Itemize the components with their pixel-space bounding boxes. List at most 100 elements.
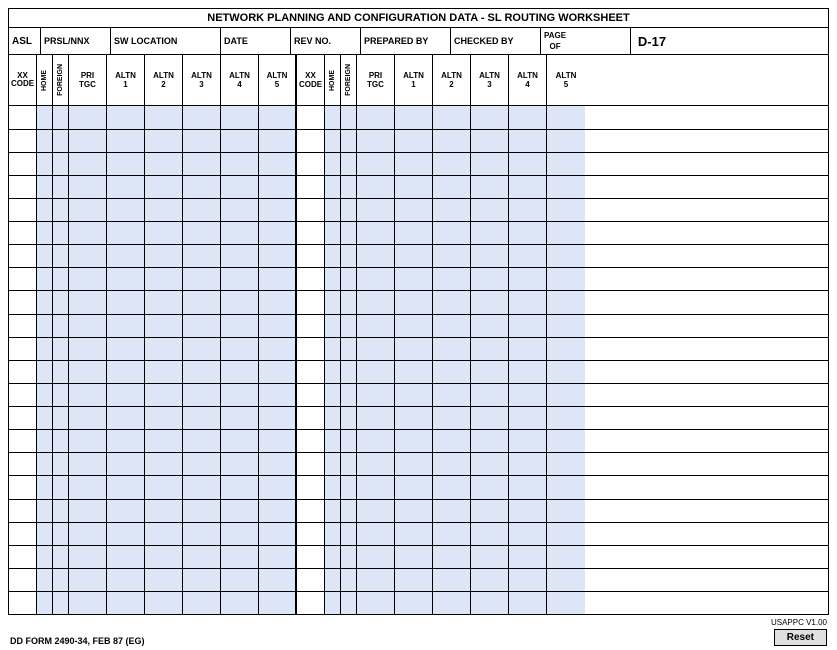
data-cell bbox=[325, 153, 341, 175]
data-cell bbox=[69, 130, 107, 152]
data-cell bbox=[69, 361, 107, 383]
data-cell bbox=[471, 407, 509, 429]
data-cell bbox=[433, 338, 471, 360]
data-cell bbox=[433, 453, 471, 475]
data-cell bbox=[509, 291, 547, 313]
data-cell bbox=[53, 546, 69, 568]
data-cell bbox=[69, 500, 107, 522]
data-cell bbox=[9, 338, 37, 360]
data-cell bbox=[433, 569, 471, 591]
data-cell bbox=[325, 453, 341, 475]
data-cell bbox=[341, 384, 357, 406]
data-cell bbox=[9, 130, 37, 152]
data-cell bbox=[395, 546, 433, 568]
data-cell bbox=[107, 430, 145, 452]
data-cell bbox=[471, 546, 509, 568]
data-cell bbox=[509, 199, 547, 221]
data-cell bbox=[433, 176, 471, 198]
data-cell bbox=[69, 430, 107, 452]
data-cell bbox=[297, 268, 325, 290]
data-cell bbox=[433, 592, 471, 614]
col-home-right: HOME bbox=[325, 55, 341, 105]
data-cell bbox=[107, 291, 145, 313]
data-cell bbox=[547, 176, 585, 198]
data-cell bbox=[221, 176, 259, 198]
prepby-header: PREPARED BY bbox=[361, 28, 451, 54]
data-cell bbox=[357, 315, 395, 337]
col-altn3-left: ALTN3 bbox=[183, 55, 221, 105]
data-cell bbox=[259, 361, 297, 383]
data-cell bbox=[37, 268, 53, 290]
data-cell bbox=[509, 453, 547, 475]
data-cell bbox=[325, 176, 341, 198]
data-cell bbox=[37, 106, 53, 128]
data-cell bbox=[221, 222, 259, 244]
data-cell bbox=[9, 569, 37, 591]
data-cell bbox=[433, 222, 471, 244]
data-cell bbox=[341, 222, 357, 244]
data-cell bbox=[357, 130, 395, 152]
data-cell bbox=[9, 222, 37, 244]
data-cell bbox=[107, 592, 145, 614]
data-cell bbox=[183, 315, 221, 337]
data-cell bbox=[325, 291, 341, 313]
data-cell bbox=[9, 315, 37, 337]
data-cell bbox=[395, 199, 433, 221]
data-cell bbox=[183, 222, 221, 244]
data-cell bbox=[509, 476, 547, 498]
data-cell bbox=[107, 222, 145, 244]
data-cell bbox=[433, 384, 471, 406]
data-cell bbox=[107, 361, 145, 383]
data-cell bbox=[297, 338, 325, 360]
data-cell bbox=[259, 153, 297, 175]
data-cell bbox=[471, 569, 509, 591]
data-cell bbox=[221, 592, 259, 614]
table-row bbox=[9, 315, 828, 338]
data-cell bbox=[395, 130, 433, 152]
reset-button[interactable]: Reset bbox=[774, 629, 827, 646]
data-cell bbox=[395, 592, 433, 614]
data-cell bbox=[9, 268, 37, 290]
col-altn5-right: ALTN5 bbox=[547, 55, 585, 105]
table-row bbox=[9, 546, 828, 569]
table-row bbox=[9, 430, 828, 453]
data-cell bbox=[357, 268, 395, 290]
data-cell bbox=[259, 476, 297, 498]
d17-header: D-17 bbox=[631, 28, 673, 54]
data-cell bbox=[341, 315, 357, 337]
data-cell bbox=[395, 361, 433, 383]
data-cell bbox=[183, 361, 221, 383]
data-cell bbox=[297, 592, 325, 614]
data-cell bbox=[145, 130, 183, 152]
data-cell bbox=[37, 361, 53, 383]
data-cell bbox=[547, 338, 585, 360]
col-altn1-right: ALTN1 bbox=[395, 55, 433, 105]
data-cell bbox=[37, 153, 53, 175]
data-cell bbox=[37, 245, 53, 267]
data-cell bbox=[357, 453, 395, 475]
data-cell bbox=[53, 153, 69, 175]
data-cell bbox=[221, 407, 259, 429]
data-cell bbox=[221, 199, 259, 221]
data-cell bbox=[259, 176, 297, 198]
data-cell bbox=[9, 199, 37, 221]
data-cell bbox=[9, 476, 37, 498]
data-cell bbox=[9, 176, 37, 198]
data-cell bbox=[341, 500, 357, 522]
data-cell bbox=[547, 476, 585, 498]
data-cell bbox=[9, 523, 37, 545]
data-cell bbox=[37, 476, 53, 498]
data-cell bbox=[325, 222, 341, 244]
data-cell bbox=[341, 176, 357, 198]
data-cell bbox=[183, 106, 221, 128]
data-cell bbox=[37, 569, 53, 591]
data-cell bbox=[509, 500, 547, 522]
sw-header: SW LOCATION bbox=[111, 28, 221, 54]
data-cell bbox=[69, 384, 107, 406]
data-cell bbox=[357, 106, 395, 128]
data-cell bbox=[221, 430, 259, 452]
data-cell bbox=[183, 430, 221, 452]
data-cell bbox=[107, 407, 145, 429]
data-cell bbox=[183, 500, 221, 522]
data-cell bbox=[107, 199, 145, 221]
